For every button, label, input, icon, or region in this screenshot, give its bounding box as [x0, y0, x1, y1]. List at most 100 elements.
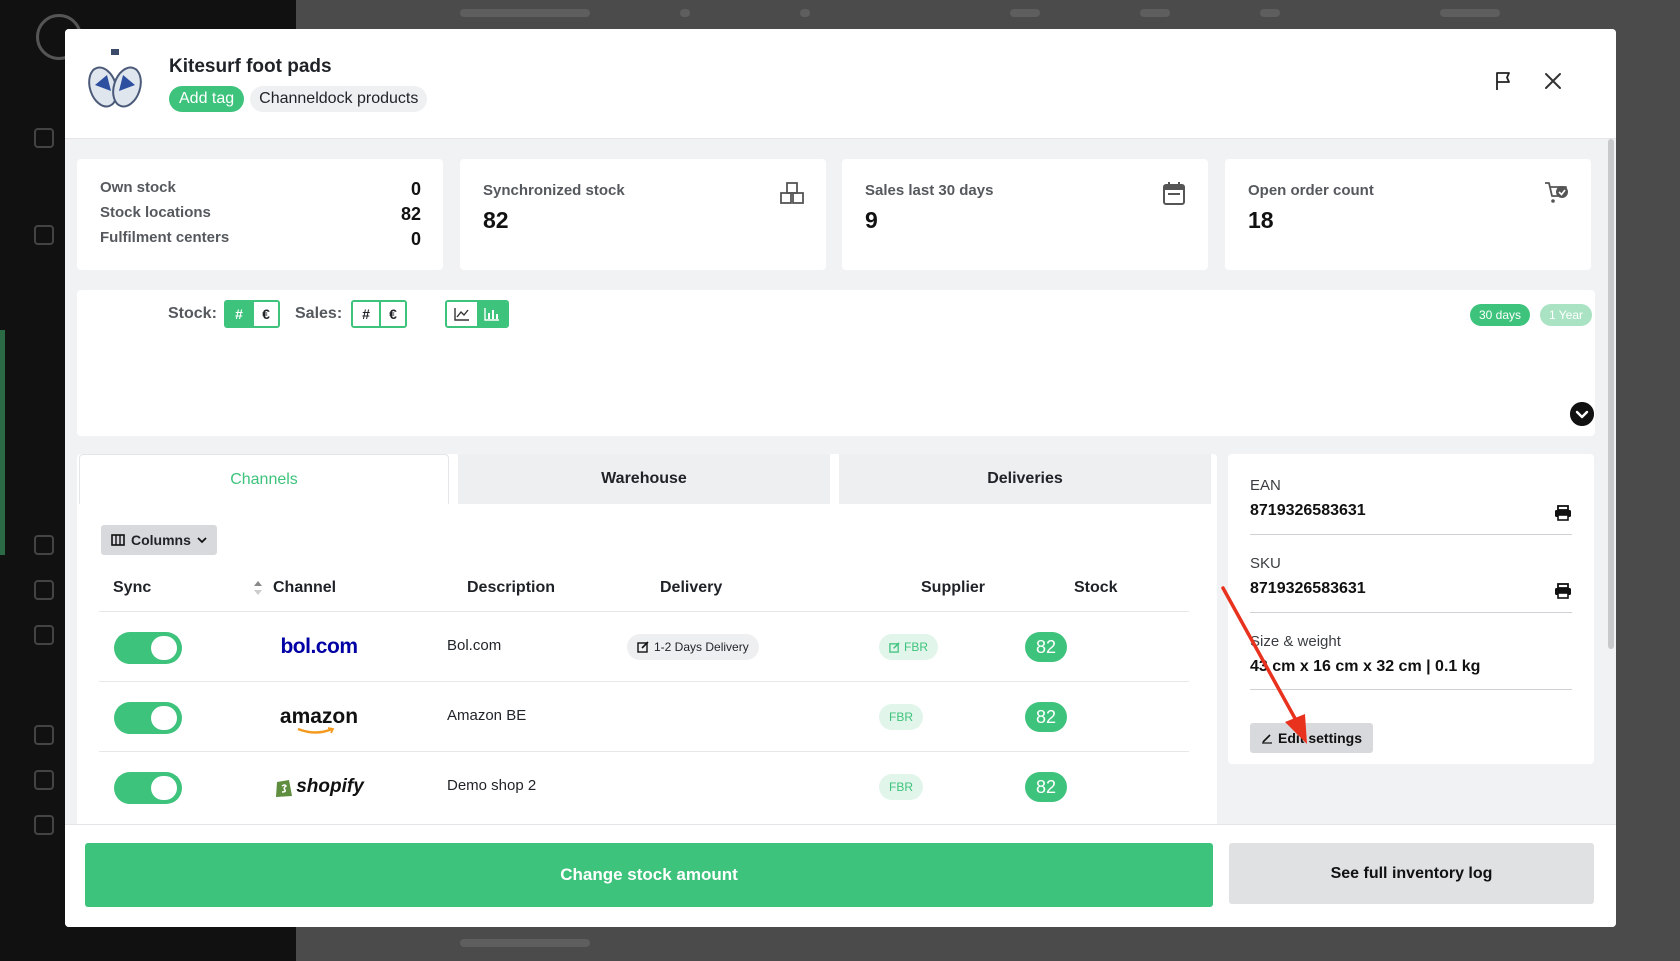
chart-type-toggle [445, 300, 509, 328]
row-description: Demo shop 2 [447, 777, 537, 794]
sku-label: SKU [1250, 555, 1281, 572]
stock-summary-row: Fulfilment centers 0 [100, 229, 421, 250]
bar-chart-icon[interactable] [477, 302, 507, 326]
print-icon[interactable] [1554, 505, 1572, 521]
stock-summary-row: Own stock 0 [100, 179, 421, 200]
supplier-label: FBR [889, 710, 913, 724]
supplier-label: FBR [889, 780, 913, 794]
sku-block: SKU 8719326583631 [1250, 555, 1572, 613]
sales-euro-option[interactable]: € [379, 302, 405, 326]
sales-last-30-days-card: Sales last 30 days 9 [842, 159, 1208, 270]
supplier-badge[interactable]: FBR [879, 704, 923, 730]
sales-toggle-label: Sales: [295, 305, 343, 322]
supplier-badge[interactable]: FBR [879, 634, 938, 660]
background-nav-icon [34, 580, 54, 600]
close-icon[interactable] [1541, 69, 1565, 93]
pencil-icon [1262, 734, 1272, 744]
product-title: Kitesurf foot pads [169, 56, 332, 77]
product-image [88, 49, 142, 108]
stock-count-option[interactable]: # [226, 302, 252, 326]
add-tag-button[interactable]: Add tag [169, 86, 245, 112]
background-active-indicator [0, 330, 5, 555]
sku-value: 8719326583631 [1250, 580, 1366, 597]
line-chart-icon[interactable] [447, 302, 477, 326]
synchronized-stock-card: Synchronized stock 82 [460, 159, 826, 270]
fulfilment-centers-label: Fulfilment centers [100, 229, 230, 246]
background-nav-icon [34, 535, 54, 555]
sales-unit-toggle: # € [351, 300, 407, 328]
range-30-days[interactable]: 30 days [1470, 304, 1531, 326]
stock-unit-toggle: # € [224, 300, 280, 328]
calendar-icon [1163, 182, 1185, 205]
chart-card: Stock: # € Sales: # € 30 days 1 Year [77, 290, 1595, 436]
table-row: amazon Amazon BE FBR 82 [99, 681, 1189, 751]
print-icon[interactable] [1554, 583, 1572, 599]
columns-button-label: Columns [131, 532, 191, 548]
modal-scrollbar[interactable] [1608, 139, 1614, 649]
range-1-year[interactable]: 1 Year [1540, 304, 1593, 326]
sync-toggle[interactable] [114, 702, 182, 734]
sync-toggle[interactable] [114, 632, 182, 664]
edit-icon [637, 641, 649, 653]
column-header-channel: Channel [273, 579, 337, 596]
modal-footer: Change stock amount See full inventory l… [65, 824, 1616, 927]
stock-count: 82 [1025, 772, 1067, 802]
tab-deliveries[interactable]: Deliveries [839, 454, 1211, 504]
boxes-icon [780, 182, 804, 204]
stock-locations-value: 82 [400, 204, 421, 224]
stat-value: 82 [483, 207, 509, 233]
edit-icon [889, 641, 900, 653]
background-nav-icon [34, 770, 54, 790]
stock-count: 82 [1025, 632, 1067, 662]
amazon-logo: amazon [269, 702, 369, 734]
ean-block: EAN 8719326583631 [1250, 477, 1572, 535]
change-stock-button[interactable]: Change stock amount [85, 843, 1213, 907]
inventory-log-button[interactable]: See full inventory log [1229, 843, 1594, 904]
delivery-badge[interactable]: 1-2 Days Delivery [627, 634, 759, 660]
shopify-bag-icon [276, 780, 293, 797]
flag-icon[interactable] [1491, 69, 1515, 93]
column-header-sync: Sync [113, 579, 152, 596]
sort-icon[interactable] [253, 579, 263, 597]
stat-label: Open order count [1248, 182, 1374, 199]
table-row: shopify Demo shop 2 FBR 82 [99, 751, 1189, 821]
edit-settings-label: Edit settings [1278, 730, 1363, 746]
sync-toggle[interactable] [114, 772, 182, 804]
tag-row: Add tag Channeldock products [169, 86, 428, 112]
supplier-label: FBR [904, 640, 928, 654]
edit-settings-button[interactable]: Edit settings [1250, 723, 1374, 753]
stock-euro-option[interactable]: € [252, 302, 278, 326]
row-description: Bol.com [447, 637, 502, 654]
columns-button[interactable]: Columns [101, 525, 217, 555]
background-row [380, 5, 1520, 23]
stat-label: Synchronized stock [483, 182, 625, 199]
product-modal: Kitesurf foot pads Add tag Channeldock p… [65, 29, 1616, 927]
table-row: bol.com Bol.com 1-2 Days Delivery FBR 82 [99, 611, 1189, 681]
bol-logo: bol.com [280, 635, 358, 658]
stock-summary-row: Stock locations 82 [100, 204, 421, 225]
background-nav-icon [34, 225, 54, 245]
supplier-badge[interactable]: FBR [879, 774, 923, 800]
tag-channeldock-products[interactable]: Channeldock products [250, 86, 428, 112]
product-info-card: EAN 8719326583631 SKU 8719326583631 Size… [1228, 454, 1594, 764]
size-weight-label: Size & weight [1250, 633, 1341, 650]
background-nav-icon [34, 725, 54, 745]
stock-summary-card: Own stock 0 Stock locations 82 Fulfilmen… [77, 159, 443, 270]
columns-icon [111, 534, 125, 546]
sales-count-option[interactable]: # [353, 302, 379, 326]
amazon-smile-icon [297, 727, 335, 734]
stat-value: 18 [1248, 207, 1274, 233]
row-description: Amazon BE [447, 707, 527, 724]
background-nav-icon [34, 128, 54, 148]
tab-channels[interactable]: Channels [79, 454, 449, 504]
chevron-down-icon[interactable] [1570, 402, 1594, 426]
stock-count: 82 [1025, 702, 1067, 732]
column-header-stock: Stock [1074, 579, 1118, 596]
tab-warehouse[interactable]: Warehouse [458, 454, 830, 504]
column-header-delivery: Delivery [660, 579, 723, 596]
fulfilment-centers-value: 0 [410, 229, 421, 249]
shopify-logo: shopify [269, 772, 369, 802]
channels-panel: Channels Warehouse Deliveries Columns Sy… [77, 454, 1217, 874]
background-row [380, 935, 1520, 953]
ean-value: 8719326583631 [1250, 502, 1366, 519]
